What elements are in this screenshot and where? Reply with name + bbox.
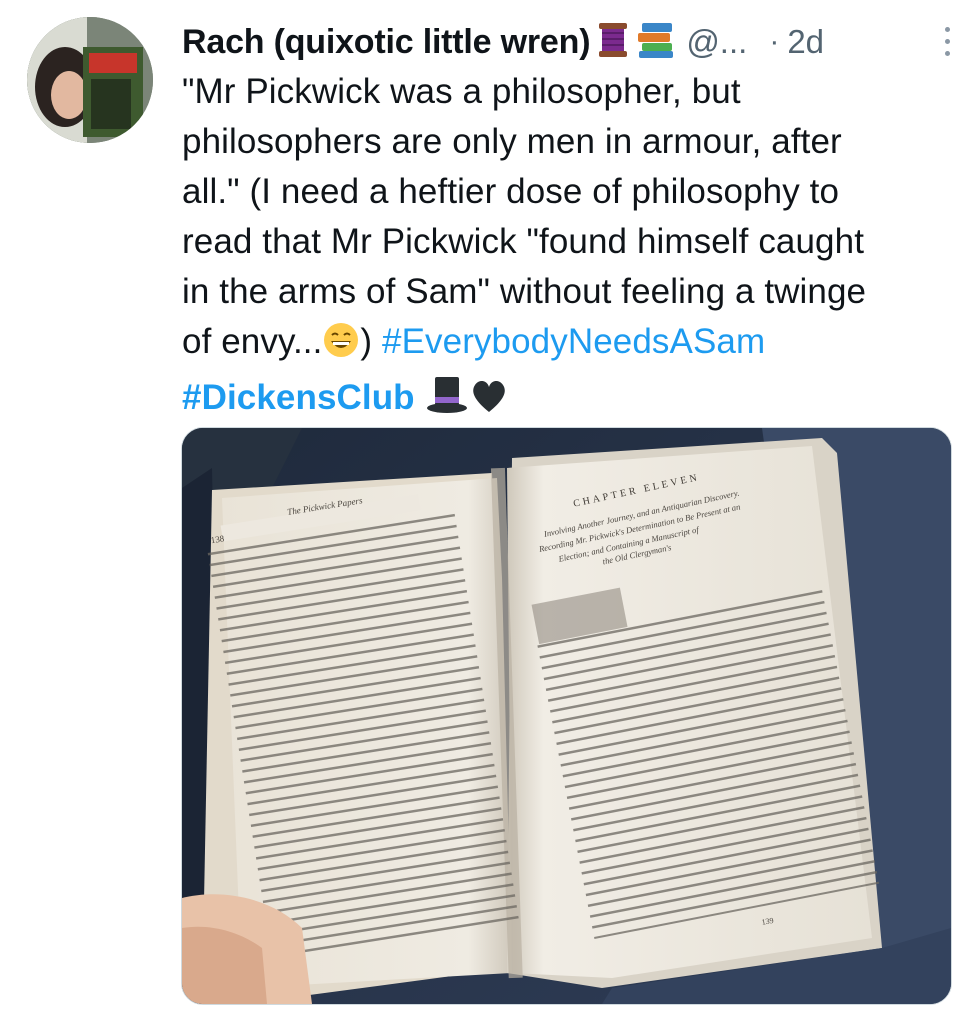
tweet-text-segment: of envy... xyxy=(182,322,323,361)
tweet-text-line: "Mr Pickwick was a philosopher, but xyxy=(182,72,741,111)
tweet-text-line: all." (I need a heftier dose of philosop… xyxy=(182,172,840,211)
tweet-timestamp[interactable]: 2d xyxy=(787,23,824,61)
grinning-face-emoji-icon xyxy=(322,321,360,373)
tweet-photo[interactable]: The Pickwick Papers 138 CHAPTER ELEVEN I… xyxy=(181,427,952,1005)
tweet-text-line: read that Mr Pickwick "found himself cau… xyxy=(182,222,865,261)
tweet-body: "Mr Pickwick was a philosopher, but phil… xyxy=(182,67,957,429)
header-separator: · xyxy=(769,25,780,58)
tweet-text-segment: ) xyxy=(360,322,383,361)
author-avatar[interactable] xyxy=(27,17,153,143)
books-emoji-icon xyxy=(636,21,676,64)
tweet-text-line: in the arms of Sam" without feeling a tw… xyxy=(182,272,867,311)
hashtag-everybodyneedsasam[interactable]: #EverybodyNeedsASam xyxy=(382,322,765,361)
thread-spool-emoji-icon xyxy=(596,21,630,64)
tweet-text-line-6: of envy...) #EverybodyNeedsASam xyxy=(182,317,957,373)
author-handle[interactable]: @... xyxy=(686,23,747,61)
author-name[interactable]: Rach (quixotic little wren) xyxy=(182,23,591,62)
top-hat-icon xyxy=(425,375,469,429)
tweet-header: Rach (quixotic little wren) @... · 2d xyxy=(182,14,954,70)
tweet-text-line: philosophers are only men in armour, aft… xyxy=(182,122,842,161)
hashtag-dickensclub[interactable]: #DickensClub xyxy=(182,378,415,417)
more-options-icon[interactable] xyxy=(942,24,952,58)
tweet-text-line-7: #DickensClub xyxy=(182,373,957,429)
black-heart-icon xyxy=(469,377,509,429)
